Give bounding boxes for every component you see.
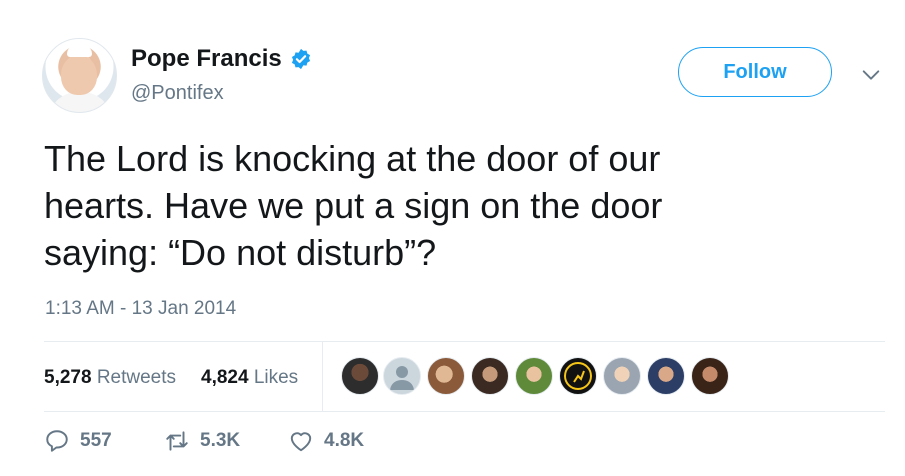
like-count: 4.8K	[324, 430, 365, 451]
retweet-action[interactable]: 5.3K	[164, 428, 240, 454]
reply-count: 557	[80, 430, 112, 451]
retweet-icon	[166, 431, 188, 451]
likes-count: 4,824	[201, 367, 249, 388]
follow-button[interactable]: Follow	[678, 47, 832, 97]
liker-avatar[interactable]	[559, 357, 597, 395]
tweet-stats: 5,278 Retweets 4,824 Likes	[44, 342, 885, 412]
divider	[44, 411, 885, 412]
liker-avatar[interactable]	[515, 357, 553, 395]
tweet-text-line: saying: “Do not disturb”?	[44, 232, 437, 273]
tweet-timestamp[interactable]: 1:13 AM - 13 Jan 2014	[45, 298, 236, 320]
avatar-robe	[48, 92, 112, 112]
avatar-cap	[67, 45, 92, 57]
likes-label: Likes	[253, 367, 299, 388]
runner-logo-icon	[564, 362, 592, 390]
like-action[interactable]: 4.8K	[288, 428, 364, 454]
retweets-stat[interactable]: 5,278 Retweets	[44, 367, 176, 389]
author-handle[interactable]: @Pontifex	[131, 82, 224, 105]
liker-avatar[interactable]	[647, 357, 685, 395]
liker-avatar[interactable]	[603, 357, 641, 395]
author-name-row: Pope Francis	[131, 44, 312, 74]
heart-icon	[290, 432, 312, 452]
liker-avatar[interactable]	[471, 357, 509, 395]
liker-avatar[interactable]	[341, 357, 379, 395]
tweet-header: Pope Francis @Pontifex Follow	[0, 0, 905, 120]
liker-avatar[interactable]	[383, 357, 421, 395]
reply-action[interactable]: 557	[44, 428, 112, 454]
avatar-face	[61, 55, 97, 95]
retweets-label: Retweets	[96, 367, 177, 388]
tweet-text-line: The Lord is knocking at the door of our	[44, 138, 661, 179]
liker-avatar[interactable]	[691, 357, 729, 395]
retweet-count: 5.3K	[200, 430, 241, 451]
author-avatar[interactable]	[42, 38, 117, 113]
reply-icon	[46, 430, 68, 452]
retweets-count: 5,278	[44, 367, 92, 388]
default-profile-icon	[390, 366, 414, 390]
chevron-down-icon[interactable]	[860, 64, 882, 86]
tweet-text-line: hearts. Have we put a sign on the door	[44, 185, 663, 226]
likes-stat[interactable]: 4,824 Likes	[201, 367, 298, 389]
stats-separator	[322, 342, 323, 412]
tweet-text: The Lord is knocking at the door of our …	[44, 135, 864, 276]
verified-badge-icon	[291, 48, 310, 70]
liker-avatar[interactable]	[427, 357, 465, 395]
tweet-actions: 557 5.3K 4.8K	[44, 428, 644, 468]
author-name[interactable]: Pope Francis	[131, 45, 282, 73]
